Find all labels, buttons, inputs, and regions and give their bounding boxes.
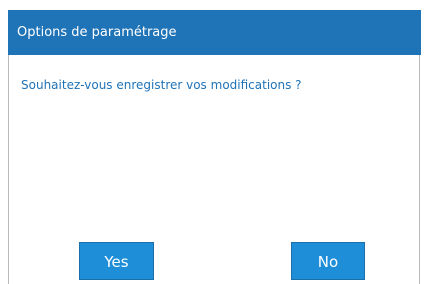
confirm-dialog: Options de paramétrage Souhaitez-vous en… [8, 10, 421, 284]
no-button[interactable]: No [291, 242, 365, 280]
dialog-message: Souhaitez-vous enregistrer vos modificat… [21, 78, 302, 92]
dialog-title: Options de paramétrage [8, 10, 421, 55]
yes-button[interactable]: Yes [79, 242, 154, 280]
